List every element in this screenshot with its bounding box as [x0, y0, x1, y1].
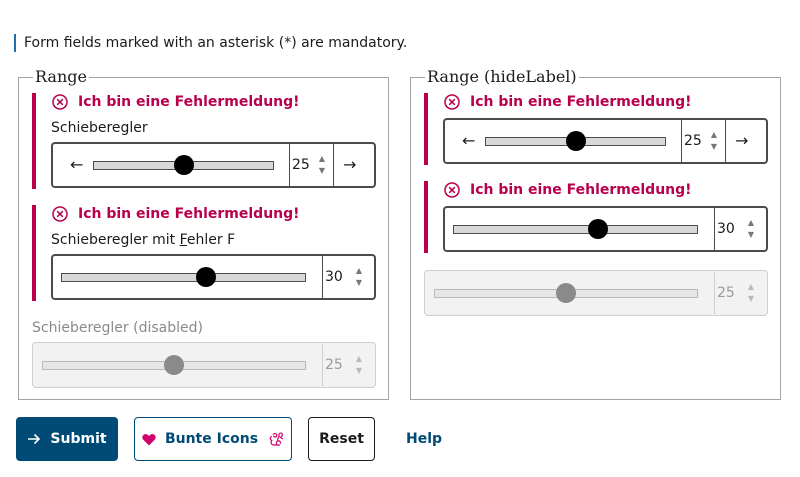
spinner-control: ▲ ▼	[747, 282, 755, 303]
spinner-control: ▲ ▼	[355, 354, 363, 375]
error-message-text: Ich bin eine Fehlermeldung!	[470, 94, 692, 110]
range-number-input[interactable]: 30 ▲ ▼	[322, 256, 374, 298]
error-indicator-bar	[424, 93, 428, 165]
bunte-icons-label: Bunte Icons	[164, 431, 259, 447]
error-message: Ich bin eine Fehlermeldung!	[52, 206, 300, 222]
spinner-control[interactable]: ▲ ▼	[315, 155, 329, 175]
circle-x-icon	[444, 182, 460, 198]
range-slider-thumb[interactable]	[196, 267, 216, 287]
reset-button-label: Reset	[319, 431, 364, 447]
range-number-value: 30	[717, 221, 735, 237]
spinner-control[interactable]: ▲ ▼	[707, 131, 721, 151]
error-message: Ich bin eine Fehlermeldung!	[52, 94, 300, 110]
heart-icon	[142, 433, 156, 445]
reset-button[interactable]: Reset	[308, 417, 375, 461]
label-accesskey: F	[179, 232, 187, 248]
circle-x-icon	[52, 206, 68, 222]
range-number-value: 30	[325, 269, 343, 285]
spinner-control[interactable]: ▲ ▼	[744, 219, 758, 239]
error-indicator-bar	[32, 93, 36, 189]
range-slider-thumb[interactable]	[566, 131, 586, 151]
range-slider-track[interactable]	[61, 273, 306, 282]
label-prefix: Schieberegler mit	[51, 232, 180, 248]
label-suffix: ehler F	[186, 232, 236, 248]
error-message-text: Ich bin eine Fehlermeldung!	[470, 182, 692, 198]
arrow-left-icon[interactable]: ←	[70, 157, 83, 173]
error-message-text: Ich bin eine Fehlermeldung!	[78, 206, 300, 222]
error-indicator-bar	[424, 181, 428, 253]
bunte-icons-button[interactable]: Bunte Icons	[134, 417, 292, 461]
range-number-input[interactable]: 30 ▲ ▼	[714, 208, 766, 250]
range-slider-thumb[interactable]	[588, 219, 608, 239]
range-slider-thumb-disabled	[556, 283, 576, 303]
circle-x-icon	[444, 94, 460, 110]
range-number-value: 25	[292, 157, 310, 173]
submit-button[interactable]: Submit	[16, 417, 118, 461]
submit-button-label: Submit	[50, 431, 107, 447]
range-number-input-disabled: 25 ▲ ▼	[714, 272, 766, 314]
arrow-right-icon[interactable]: →	[343, 157, 356, 173]
circle-x-icon	[52, 94, 68, 110]
error-message-text: Ich bin eine Fehlermeldung!	[78, 94, 300, 110]
range-disabled-label: Schieberegler (disabled)	[32, 320, 203, 336]
range-hidelabel-legend: Range (hideLabel)	[427, 67, 577, 86]
error-message: Ich bin eine Fehlermeldung!	[444, 94, 692, 110]
range-number-input[interactable]: 25 ▲ ▼	[681, 120, 726, 162]
range-number-input[interactable]: 25 ▲ ▼	[289, 144, 334, 186]
range-label: Schieberegler	[51, 120, 148, 136]
range-slider-thumb[interactable]	[174, 155, 194, 175]
arrow-right-icon[interactable]: →	[735, 133, 748, 149]
squirrel-icon	[269, 432, 284, 446]
spinner-control[interactable]: ▲ ▼	[352, 267, 366, 287]
mandatory-notice: Form fields marked with an asterisk (*) …	[14, 34, 407, 52]
range-slider-track[interactable]	[453, 225, 698, 234]
range-number-value: 25	[684, 133, 702, 149]
range-number-input-disabled: 25 ▲ ▼	[322, 344, 374, 386]
arrow-left-icon[interactable]: ←	[462, 133, 475, 149]
error-message: Ich bin eine Fehlermeldung!	[444, 182, 692, 198]
error-indicator-bar	[32, 205, 36, 301]
range-number-value: 25	[325, 357, 343, 373]
range-number-value: 25	[717, 285, 735, 301]
range-error-label: Schieberegler mit Fehler F	[51, 231, 235, 249]
help-link[interactable]: Help	[406, 431, 442, 447]
range-legend: Range	[35, 67, 87, 86]
arrow-right-icon	[28, 433, 41, 445]
range-slider-thumb-disabled	[164, 355, 184, 375]
